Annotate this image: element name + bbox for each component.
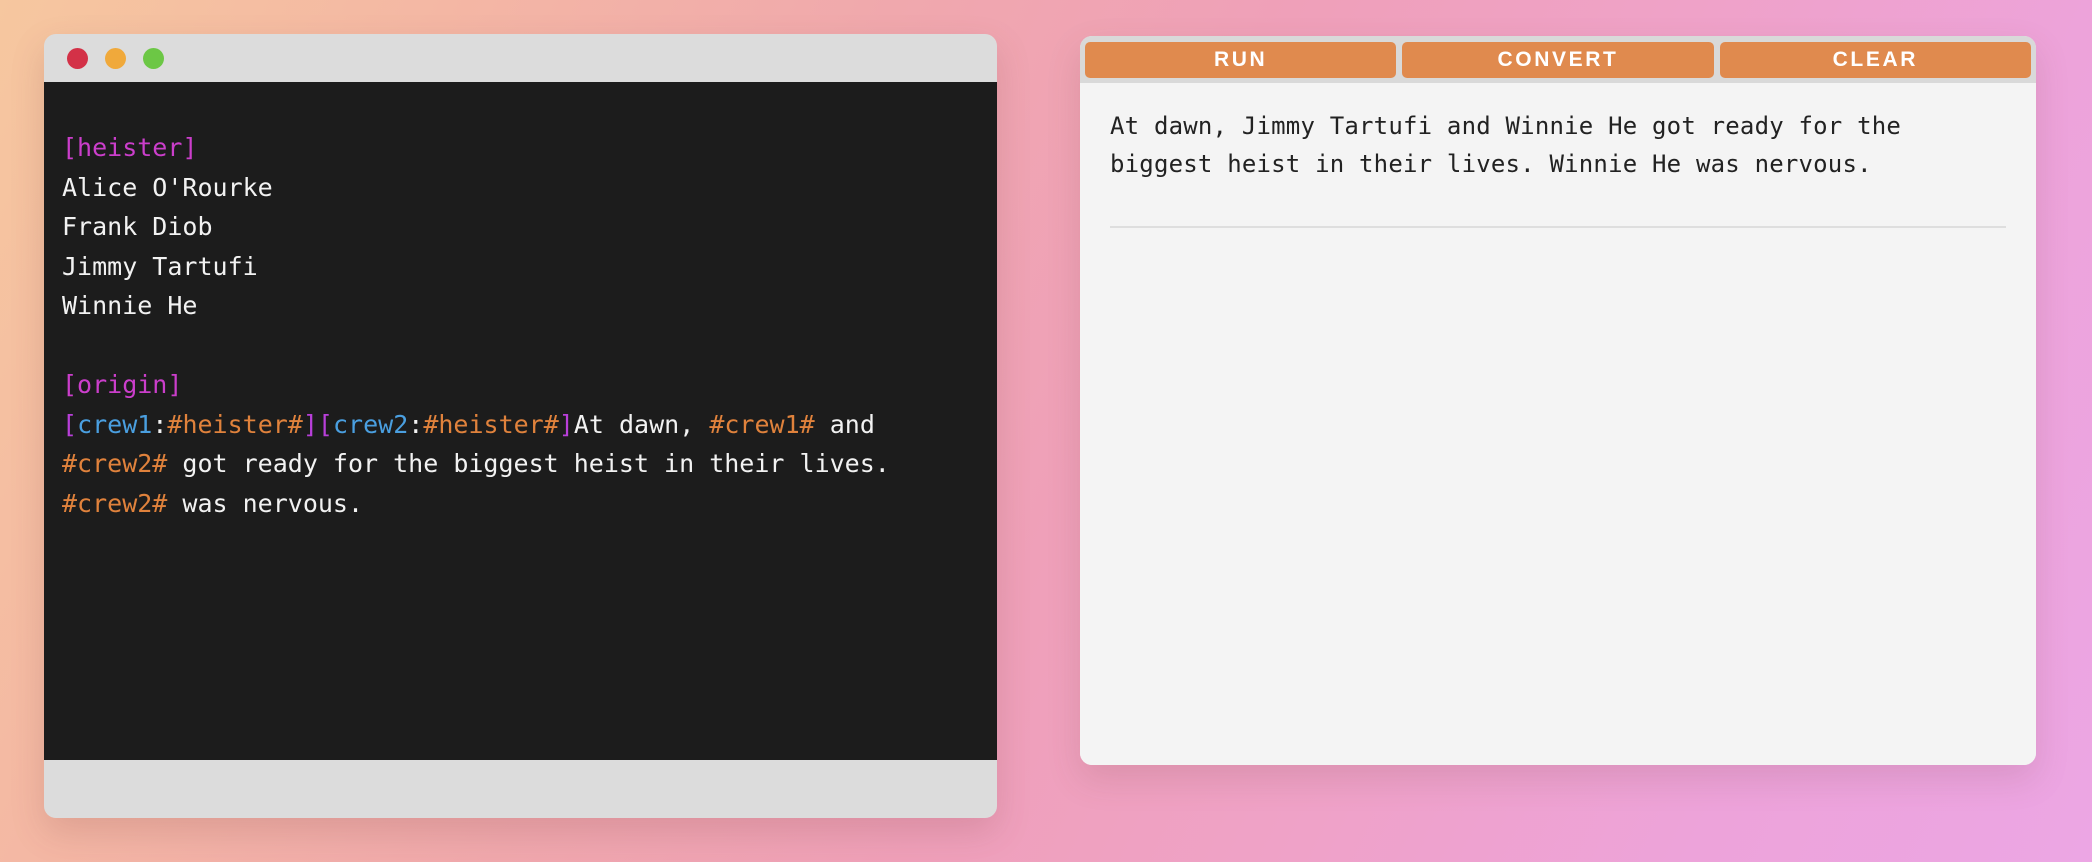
origin-source-crew1: #heister# [167, 409, 303, 439]
section-header-origin: [origin] [62, 370, 183, 399]
output-divider [1110, 226, 2006, 228]
section-header-heister: [heister] [62, 133, 198, 162]
origin-text-4: was nervous. [167, 488, 364, 518]
convert-button[interactable]: CONVERT [1402, 41, 1714, 78]
output-result-text: At dawn, Jimmy Tartufi and Winnie He got… [1110, 112, 1916, 178]
window-footer [44, 760, 997, 818]
minimize-window-button[interactable] [105, 47, 126, 69]
heister-item-3: Winnie He [62, 291, 198, 320]
origin-close-bracket-2: ] [558, 409, 574, 439]
code-editor-area[interactable]: [heister] Alice O'Rourke Frank Diob Jimm… [44, 82, 997, 760]
origin-text-1: At dawn, [573, 409, 710, 439]
heister-item-2: Jimmy Tartufi [62, 251, 258, 281]
origin-close-bracket-1: ] [302, 409, 318, 439]
origin-open-bracket-1: [ [62, 409, 78, 439]
source-code[interactable]: [heister] Alice O'Rourke Frank Diob Jimm… [62, 128, 972, 523]
output-toolbar: RUN CONVERT CLEAR [1080, 36, 2036, 83]
origin-ref-crew2-b: #crew2# [62, 488, 168, 518]
output-panel: RUN CONVERT CLEAR At dawn, Jimmy Tartufi… [1080, 36, 2036, 765]
heister-item-0: Alice O'Rourke [62, 172, 273, 202]
origin-var-crew1: crew1 [77, 409, 153, 439]
origin-text-3: got ready for the biggest heist in their… [167, 449, 905, 478]
close-window-button[interactable] [67, 47, 88, 69]
window-titlebar [44, 34, 997, 82]
run-button[interactable]: RUN [1085, 41, 1397, 78]
code-editor-window: [heister] Alice O'Rourke Frank Diob Jimm… [44, 34, 997, 818]
clear-button[interactable]: CLEAR [1719, 41, 2031, 78]
origin-source-crew2: #heister# [423, 409, 559, 439]
heister-item-1: Frank Diob [62, 212, 213, 241]
origin-colon-1: : [152, 409, 168, 439]
origin-var-crew2: crew2 [332, 409, 409, 439]
origin-open-bracket-2: [ [317, 409, 333, 439]
maximize-window-button[interactable] [143, 47, 164, 69]
origin-colon-2: : [408, 409, 424, 439]
origin-text-2: and [814, 409, 890, 439]
output-content-area[interactable]: At dawn, Jimmy Tartufi and Winnie He got… [1080, 83, 2036, 765]
origin-ref-crew1: #crew1# [709, 409, 815, 439]
origin-ref-crew2-a: #crew2# [62, 449, 168, 478]
